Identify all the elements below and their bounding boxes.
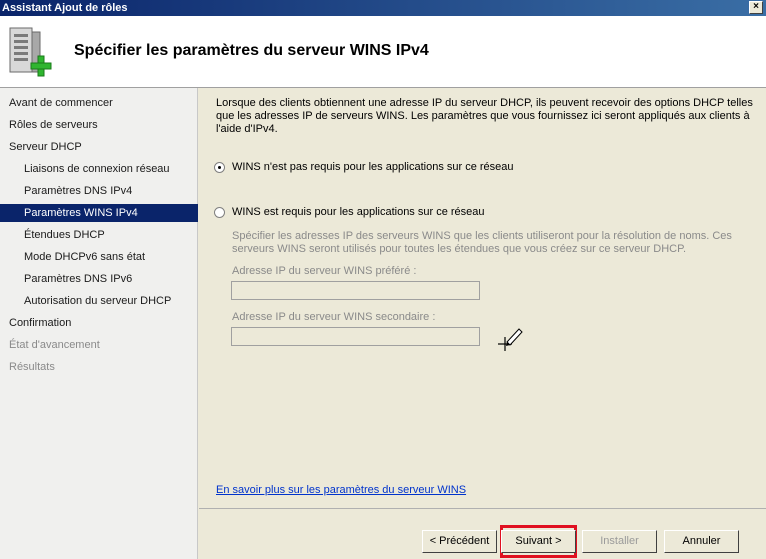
pen-cursor-icon <box>498 328 523 351</box>
install-button: Installer <box>582 530 657 553</box>
nav-item-mode-dhcpv6[interactable]: Mode DHCPv6 sans état <box>0 248 198 266</box>
page-title: Spécifier les paramètres du serveur WINS… <box>74 42 429 59</box>
wizard-content: Lorsque des clients obtiennent une adres… <box>199 88 766 508</box>
nav-item-liaisons-connexion[interactable]: Liaisons de connexion réseau <box>0 160 198 178</box>
wizard-footer: < Précédent Suivant > Installer Annuler <box>199 508 766 559</box>
previous-button[interactable]: < Précédent <box>422 530 497 553</box>
window-title: Assistant Ajout de rôles <box>2 2 128 14</box>
alternate-wins-label: Adresse IP du serveur WINS secondaire : <box>232 311 436 323</box>
help-link-wins[interactable]: En savoir plus sur les paramètres du ser… <box>216 484 466 496</box>
nav-item-wins-ipv4[interactable]: Paramètres WINS IPv4 <box>0 204 198 222</box>
nav-item-resultats: Résultats <box>9 361 55 373</box>
radio-wins-not-required-label[interactable]: WINS n'est pas requis pour les applicati… <box>232 161 514 173</box>
preferred-wins-label: Adresse IP du serveur WINS préféré : <box>232 265 417 277</box>
radio-button-checked[interactable] <box>214 162 225 173</box>
nav-item-roles-de-serveurs[interactable]: Rôles de serveurs <box>0 116 198 134</box>
nav-item-etendues-dhcp[interactable]: Étendues DHCP <box>0 226 198 244</box>
nav-item-avant-de-commencer[interactable]: Avant de commencer <box>0 94 198 112</box>
close-window-button[interactable]: × <box>749 1 763 14</box>
nav-item-dns-ipv4[interactable]: Paramètres DNS IPv4 <box>0 182 198 200</box>
nav-item-confirmation[interactable]: Confirmation <box>0 314 198 332</box>
preferred-wins-input[interactable] <box>231 281 480 300</box>
server-add-icon <box>9 27 52 77</box>
nav-item-serveur-dhcp[interactable]: Serveur DHCP <box>0 138 198 156</box>
window-title-bar: Assistant Ajout de rôles × <box>0 0 766 16</box>
next-button[interactable]: Suivant > <box>501 530 576 553</box>
radio-wins-required-label[interactable]: WINS est requis pour les applications su… <box>232 206 485 218</box>
alternate-wins-input[interactable] <box>231 327 480 346</box>
nav-item-dns-ipv6[interactable]: Paramètres DNS IPv6 <box>0 270 198 288</box>
wins-required-description: Spécifier les adresses IP des serveurs W… <box>232 230 732 255</box>
nav-item-autorisation-dhcp[interactable]: Autorisation du serveur DHCP <box>0 292 198 310</box>
wizard-step-nav: Avant de commencer Rôles de serveurs Ser… <box>0 88 198 559</box>
cancel-button[interactable]: Annuler <box>664 530 739 553</box>
wizard-header: Spécifier les paramètres du serveur WINS… <box>0 16 766 88</box>
intro-text: Lorsque des clients obtiennent une adres… <box>216 97 753 135</box>
radio-button-unchecked[interactable] <box>214 207 225 218</box>
nav-item-etat-avancement: État d'avancement <box>9 339 100 351</box>
